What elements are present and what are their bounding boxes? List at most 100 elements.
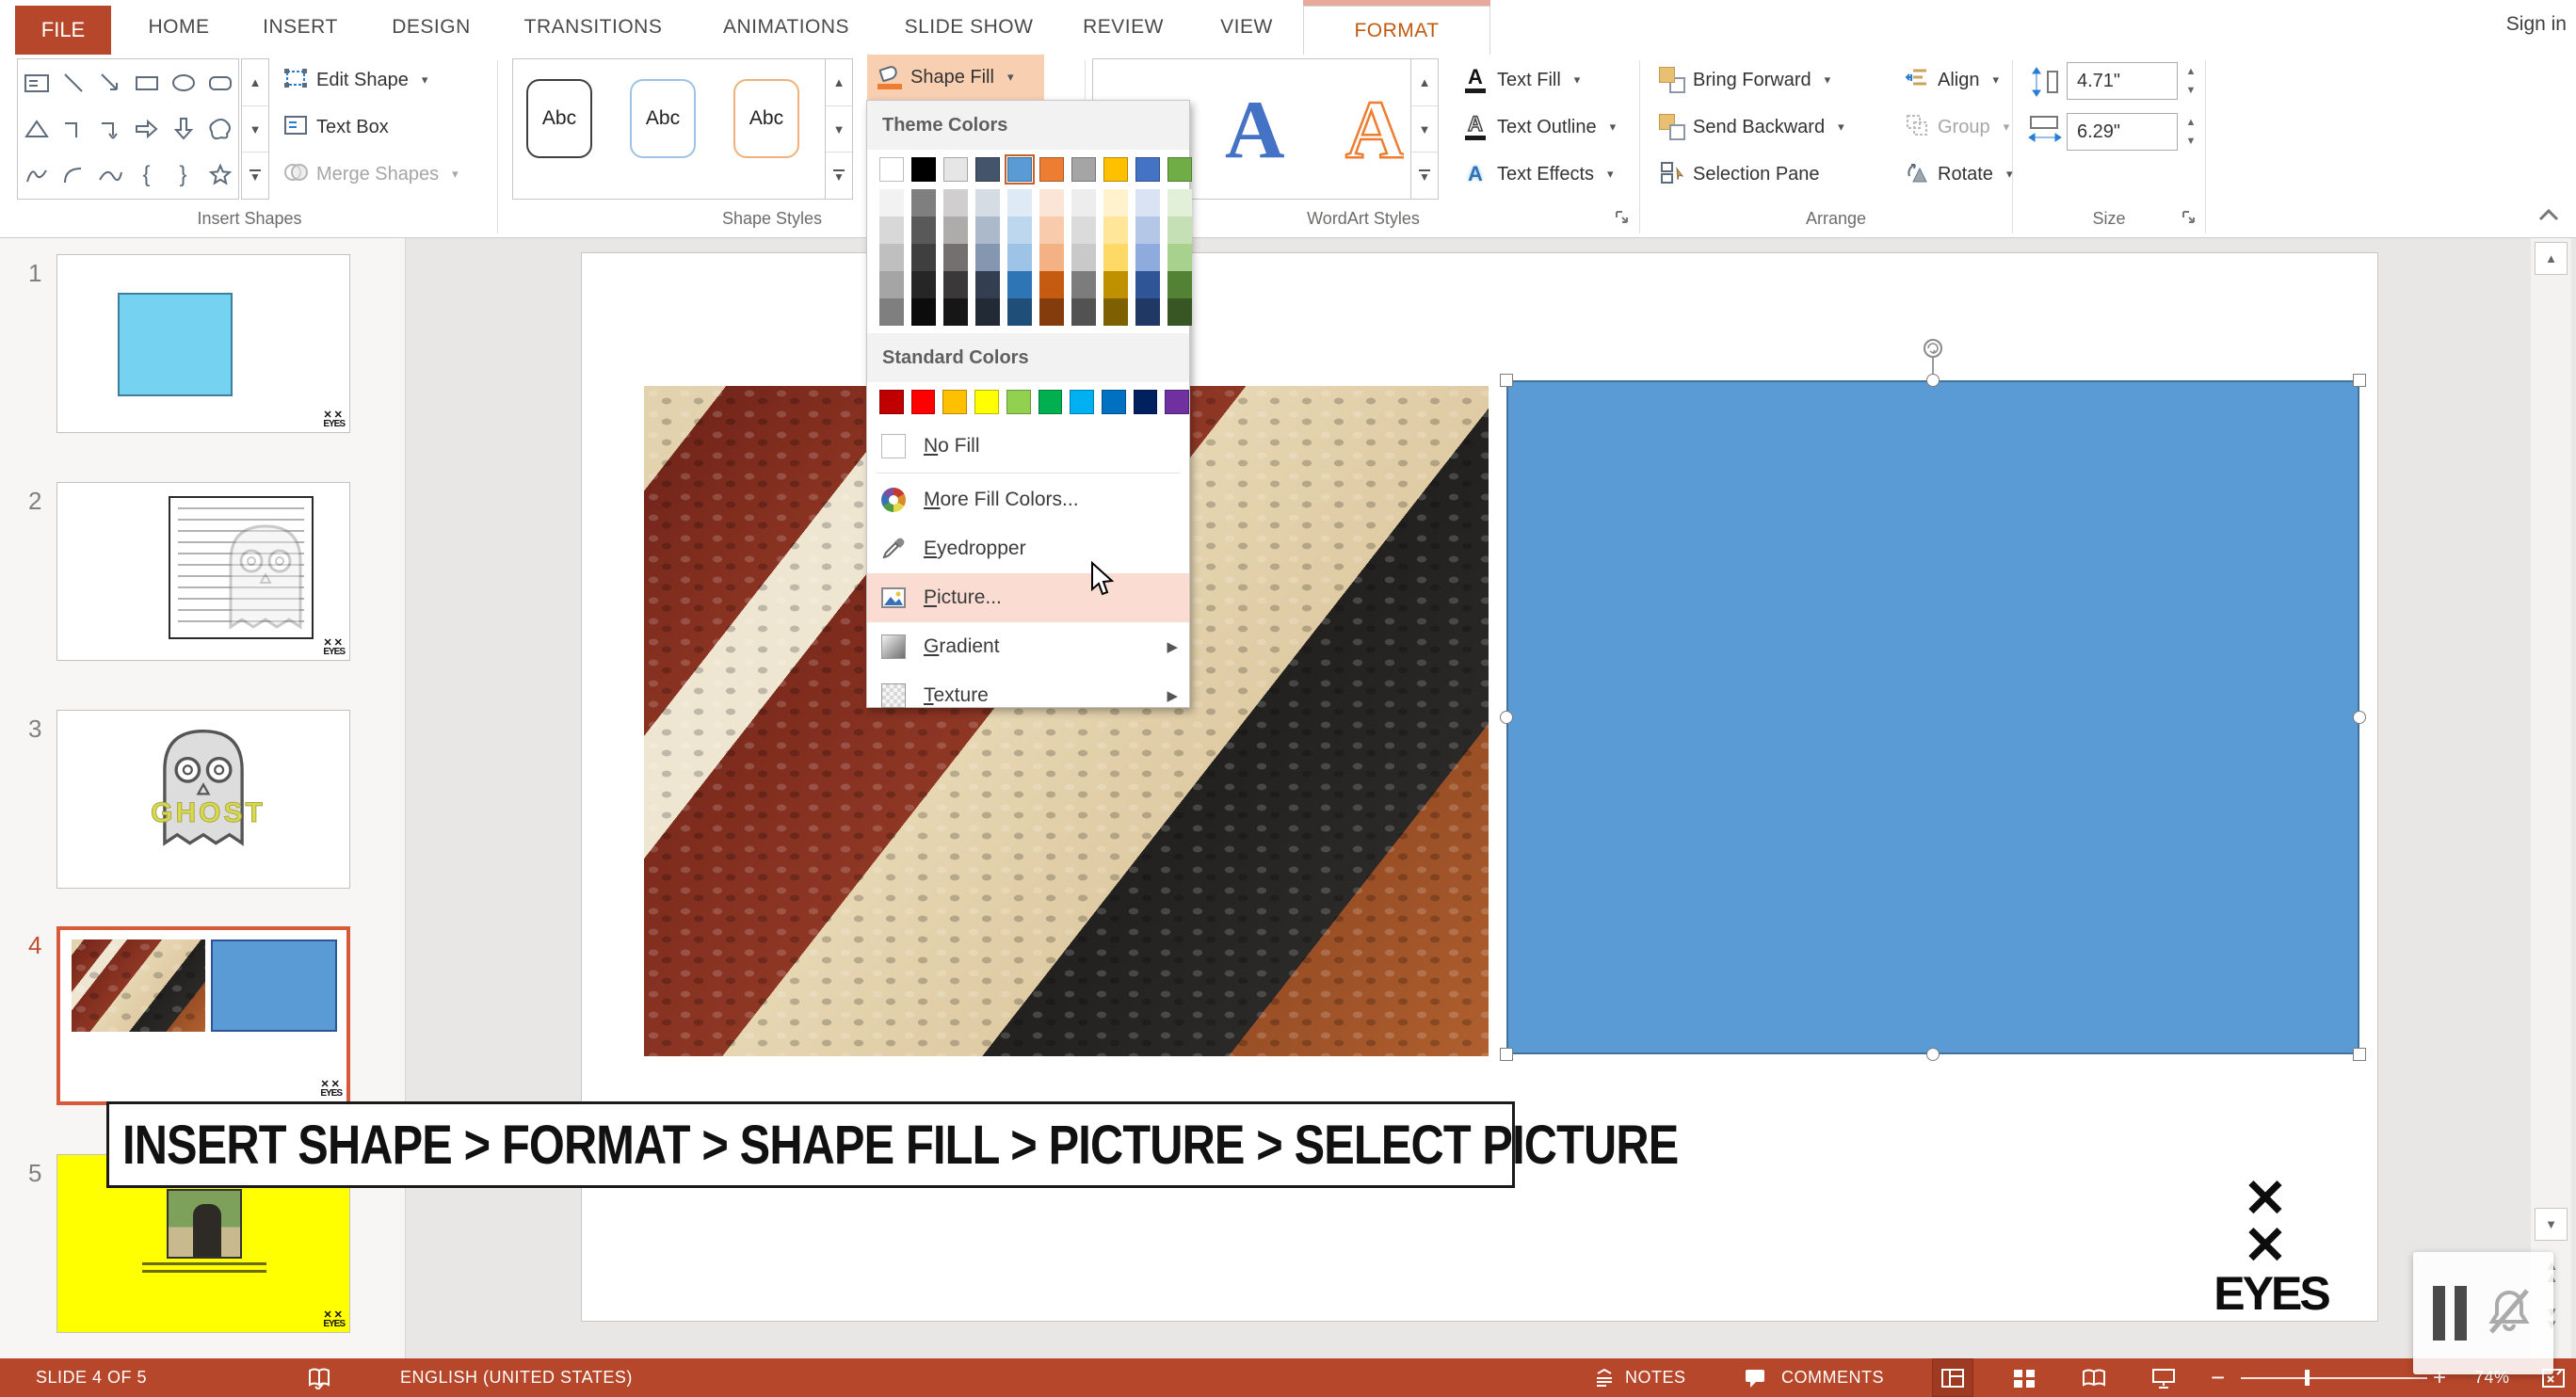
theme-color-variant-swatch[interactable]: [879, 271, 904, 298]
pause-icon[interactable]: [2433, 1286, 2467, 1341]
align-button[interactable]: Align▾: [1904, 58, 1999, 102]
gallery-up-icon[interactable]: ▲: [826, 59, 852, 106]
theme-color-variant-swatch[interactable]: [975, 271, 1000, 298]
theme-color-variant-swatch[interactable]: [1103, 189, 1128, 217]
theme-color-variant-swatch[interactable]: [1135, 244, 1160, 271]
slide-thumbnail-2[interactable]: ✕✕EYES: [56, 482, 350, 661]
tab-animations[interactable]: ANIMATIONS: [699, 0, 874, 55]
bring-forward-button[interactable]: Bring Forward▾: [1659, 58, 1830, 102]
tab-format[interactable]: FORMAT: [1303, 6, 1490, 55]
gallery-down-icon[interactable]: ▼: [242, 106, 268, 153]
selected-blue-rectangle[interactable]: [1506, 380, 2359, 1054]
theme-color-variant-swatch[interactable]: [1039, 271, 1064, 298]
theme-color-variant-swatch[interactable]: [1135, 189, 1160, 217]
standard-color-swatch[interactable]: [1102, 390, 1126, 414]
sign-in-link[interactable]: Sign in: [2506, 13, 2567, 36]
resize-handle-top-left[interactable]: [1500, 374, 1513, 387]
slide-thumbnail-1[interactable]: ✕✕EYES: [56, 254, 350, 433]
theme-color-variant-swatch[interactable]: [1039, 244, 1064, 271]
theme-color-variant-swatch[interactable]: [1007, 298, 1032, 326]
shape-triangle-icon[interactable]: [18, 105, 55, 152]
shape-styles-scrollbar[interactable]: ▲ ▼ ▼: [825, 58, 853, 200]
zoom-slider-track[interactable]: [2241, 1377, 2427, 1379]
slide-thumbnail-4-selected[interactable]: ✕✕EYES: [56, 926, 350, 1105]
theme-color-swatch[interactable]: [975, 157, 1000, 182]
theme-color-variant-swatch[interactable]: [1167, 189, 1192, 217]
menu-item-eyedropper[interactable]: Eyedropper: [867, 524, 1189, 573]
shape-scribble-icon[interactable]: [18, 153, 55, 199]
theme-color-variant-swatch[interactable]: [1167, 217, 1192, 244]
standard-color-swatch[interactable]: [1134, 390, 1158, 414]
theme-color-swatch[interactable]: [1103, 157, 1128, 182]
standard-color-swatch[interactable]: [1070, 390, 1094, 414]
theme-color-variant-swatch[interactable]: [911, 189, 936, 217]
gallery-up-icon[interactable]: ▲: [1411, 59, 1438, 106]
slide-show-button[interactable]: [2143, 1358, 2184, 1397]
gallery-more-icon[interactable]: ▼: [826, 153, 852, 199]
tab-transitions[interactable]: TRANSITIONS: [508, 0, 678, 55]
scroll-up-icon[interactable]: ▲: [2535, 242, 2568, 275]
size-dialog-launcher-icon[interactable]: [2181, 209, 2198, 231]
shape-gallery[interactable]: { }: [17, 58, 239, 200]
tab-review[interactable]: REVIEW: [1064, 0, 1183, 55]
shape-oval-icon[interactable]: [165, 59, 201, 105]
gallery-more-icon[interactable]: ▼: [242, 153, 268, 199]
gallery-down-icon[interactable]: ▼: [826, 106, 852, 153]
theme-color-variant-swatch[interactable]: [1103, 217, 1128, 244]
wordart-scrollbar[interactable]: ▲ ▼ ▼: [1410, 58, 1439, 200]
standard-color-swatch[interactable]: [942, 390, 967, 414]
theme-color-variant-swatch[interactable]: [879, 244, 904, 271]
theme-color-variant-swatch[interactable]: [1039, 298, 1064, 326]
shape-arrow-icon[interactable]: [91, 59, 128, 105]
standard-color-swatch[interactable]: [974, 390, 999, 414]
text-effects-button[interactable]: A Text Effects▾: [1461, 153, 1614, 196]
shape-rectangle-icon[interactable]: [128, 59, 165, 105]
shape-line-icon[interactable]: [55, 59, 91, 105]
shape-down-arrow-icon[interactable]: [165, 105, 201, 152]
theme-color-variant-swatch[interactable]: [1135, 217, 1160, 244]
theme-color-variant-swatch[interactable]: [1103, 298, 1128, 326]
theme-color-variant-swatch[interactable]: [943, 189, 968, 217]
resize-handle-middle-left[interactable]: [1500, 711, 1513, 724]
theme-color-variant-swatch[interactable]: [911, 217, 936, 244]
theme-color-variant-swatch[interactable]: [879, 189, 904, 217]
theme-color-variant-swatch[interactable]: [1007, 217, 1032, 244]
theme-color-variant-swatch[interactable]: [1103, 271, 1128, 298]
theme-color-variant-swatch[interactable]: [1071, 217, 1096, 244]
standard-color-swatch[interactable]: [911, 390, 936, 414]
theme-color-variant-swatch[interactable]: [911, 244, 936, 271]
theme-color-swatch[interactable]: [1007, 157, 1032, 182]
theme-color-variant-swatch[interactable]: [1071, 244, 1096, 271]
theme-color-variant-swatch[interactable]: [975, 189, 1000, 217]
tab-slide-show[interactable]: SLIDE SHOW: [894, 0, 1043, 55]
shape-left-brace-icon[interactable]: {: [128, 153, 165, 199]
standard-color-swatch[interactable]: [1006, 390, 1031, 414]
comments-button[interactable]: COMMENTS: [1781, 1358, 1884, 1397]
spell-check-icon[interactable]: [306, 1367, 334, 1394]
mute-bell-icon[interactable]: [2484, 1285, 2535, 1341]
height-spinner[interactable]: ▲▼: [2179, 62, 2203, 100]
tab-design[interactable]: DESIGN: [375, 0, 488, 55]
theme-color-variant-swatch[interactable]: [1071, 271, 1096, 298]
spinner-down-icon[interactable]: ▼: [2186, 136, 2197, 147]
shape-freeform-icon[interactable]: [201, 105, 238, 152]
theme-color-swatch[interactable]: [911, 157, 936, 182]
theme-color-variant-swatch[interactable]: [879, 298, 904, 326]
theme-color-variant-swatch[interactable]: [1135, 298, 1160, 326]
shape-elbow-connector-icon[interactable]: [55, 105, 91, 152]
resize-handle-top-right[interactable]: [2353, 374, 2366, 387]
theme-color-variant-swatch[interactable]: [1007, 271, 1032, 298]
theme-color-variant-swatch[interactable]: [1007, 244, 1032, 271]
resize-handle-bottom-right[interactable]: [2353, 1048, 2366, 1061]
reading-view-button[interactable]: [2073, 1358, 2115, 1397]
spinner-up-icon[interactable]: ▲: [2186, 66, 2197, 77]
theme-color-swatch[interactable]: [1135, 157, 1160, 182]
shape-star-icon[interactable]: [201, 153, 238, 199]
vertical-scrollbar[interactable]: ▲ ▼ ▲▲ ▼▼: [2531, 238, 2571, 1358]
theme-color-swatch[interactable]: [1039, 157, 1064, 182]
tab-view[interactable]: VIEW: [1203, 0, 1290, 55]
theme-color-variant-swatch[interactable]: [911, 298, 936, 326]
shape-arc-icon[interactable]: [55, 153, 91, 199]
theme-color-variant-swatch[interactable]: [1167, 298, 1192, 326]
menu-item-no-fill[interactable]: No Fill: [867, 422, 1189, 471]
